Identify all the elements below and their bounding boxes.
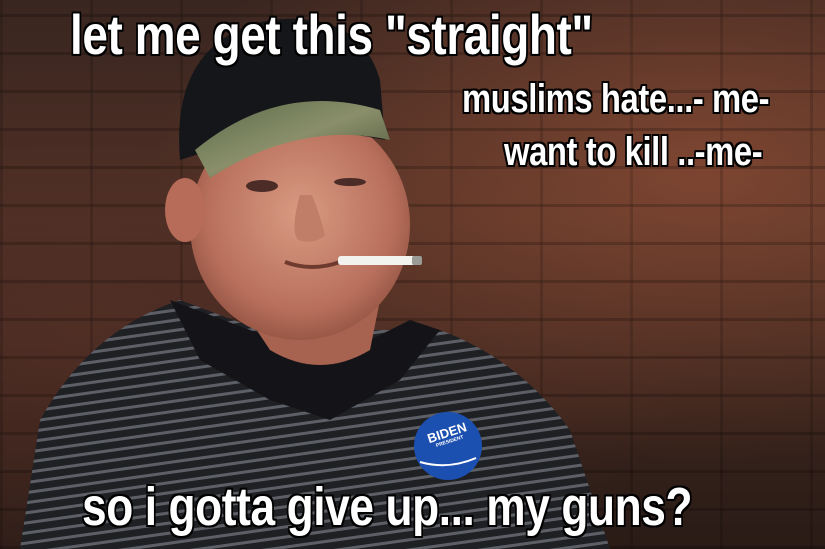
right-caption-line-1: muslims hate...- me-	[462, 77, 770, 121]
bottom-caption: so i gotta give up... my guns?	[82, 477, 693, 537]
top-caption: let me get this "straight"	[70, 3, 593, 66]
right-eye	[334, 178, 366, 186]
left-eye	[246, 180, 278, 192]
meme-image: BIDEN PRESIDENT let me get this "straigh…	[0, 0, 825, 549]
ear	[165, 178, 205, 242]
cigarette	[338, 256, 422, 265]
right-caption-line-2: want to kill ..-me-	[504, 130, 763, 174]
